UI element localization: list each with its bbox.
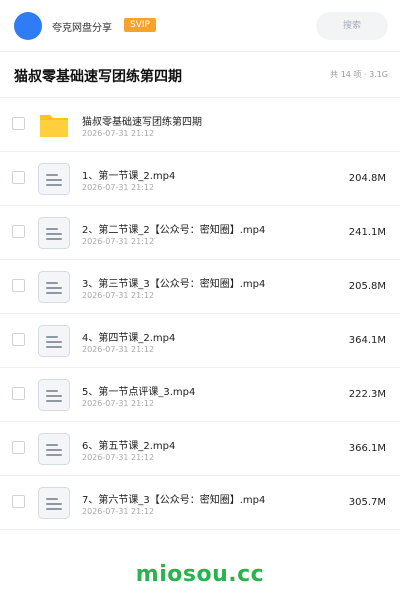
file-row[interactable]: 猫叔零基础速写团练第四期 2026-07-31 21:12: [0, 98, 400, 152]
document-icon: [38, 271, 70, 303]
file-size: 222.3M: [348, 389, 386, 400]
page-title: 猫叔零基础速写团练第四期: [14, 69, 182, 85]
file-name[interactable]: 2、第二节课_2【公众号：密知圈】.mp4: [82, 221, 265, 236]
file-date: 2026-07-31 21:12: [82, 129, 155, 138]
file-list: 猫叔零基础速写团练第四期 2026-07-31 21:12 1、第一节课_2.mp4…: [0, 98, 400, 530]
file-row[interactable]: 6、第五节课_2.mp4 2026-07-31 21:12 366.1M: [0, 422, 400, 476]
row-checkbox[interactable]: [12, 495, 25, 508]
file-name[interactable]: 7、第六节课_3【公众号：密知圈】.mp4: [82, 491, 265, 506]
file-size: 205.8M: [348, 281, 386, 292]
file-row[interactable]: 7、第六节课_3【公众号：密知圈】.mp4 2026-07-31 21:12 305…: [0, 476, 400, 530]
search-input[interactable]: 搜索: [316, 12, 388, 40]
row-checkbox[interactable]: [12, 279, 25, 292]
document-icon: [38, 379, 70, 411]
file-name[interactable]: 6、第五节课_2.mp4: [82, 437, 175, 452]
document-icon: [38, 487, 70, 519]
file-row[interactable]: 3、第三节课_3【公众号：密知圈】.mp4 2026-07-31 21:12 205…: [0, 260, 400, 314]
file-date: 2026-07-31 21:12: [82, 453, 155, 462]
title-bar: 猫叔零基础速写团练第四期 共 14 项 · 3.1G: [0, 52, 400, 98]
file-name[interactable]: 猫叔零基础速写团练第四期: [82, 113, 202, 128]
avatar[interactable]: [14, 12, 42, 40]
document-icon: [38, 163, 70, 195]
file-name[interactable]: 3、第三节课_3【公众号：密知圈】.mp4: [82, 275, 265, 290]
item-summary: 共 14 项 · 3.1G: [330, 70, 388, 79]
file-row[interactable]: 5、第一节点评课_3.mp4 2026-07-31 21:12 222.3M: [0, 368, 400, 422]
file-name[interactable]: 1、第一节课_2.mp4: [82, 167, 175, 182]
file-size: 305.7M: [348, 497, 386, 508]
document-icon: [38, 433, 70, 465]
svip-badge: SVIP: [124, 18, 156, 32]
row-checkbox[interactable]: [12, 225, 25, 238]
uploader-name: 夸克网盘分享: [52, 23, 112, 34]
file-size: 364.1M: [348, 335, 386, 346]
file-size: 366.1M: [348, 443, 386, 454]
row-checkbox[interactable]: [12, 333, 25, 346]
file-date: 2026-07-31 21:12: [82, 183, 155, 192]
row-checkbox[interactable]: [12, 117, 25, 130]
header: 夸克网盘分享 SVIP 搜索: [0, 0, 400, 52]
file-date: 2026-07-31 21:12: [82, 399, 155, 408]
file-row[interactable]: 4、第四节课_2.mp4 2026-07-31 21:12 364.1M: [0, 314, 400, 368]
row-checkbox[interactable]: [12, 171, 25, 184]
document-icon: [38, 325, 70, 357]
watermark: miosou.cc: [135, 562, 265, 587]
file-row[interactable]: 1、第一节课_2.mp4 2026-07-31 21:12 204.8M: [0, 152, 400, 206]
file-date: 2026-07-31 21:12: [82, 237, 155, 246]
row-checkbox[interactable]: [12, 387, 25, 400]
file-size: 204.8M: [348, 173, 386, 184]
file-size: 241.1M: [348, 227, 386, 238]
document-icon: [38, 217, 70, 249]
file-name[interactable]: 4、第四节课_2.mp4: [82, 329, 175, 344]
file-date: 2026-07-31 21:12: [82, 291, 155, 300]
file-date: 2026-07-31 21:12: [82, 507, 155, 516]
folder-icon: [38, 109, 70, 141]
file-name[interactable]: 5、第一节点评课_3.mp4: [82, 383, 195, 398]
row-checkbox[interactable]: [12, 441, 25, 454]
file-row[interactable]: 2、第二节课_2【公众号：密知圈】.mp4 2026-07-31 21:12 241…: [0, 206, 400, 260]
file-date: 2026-07-31 21:12: [82, 345, 155, 354]
